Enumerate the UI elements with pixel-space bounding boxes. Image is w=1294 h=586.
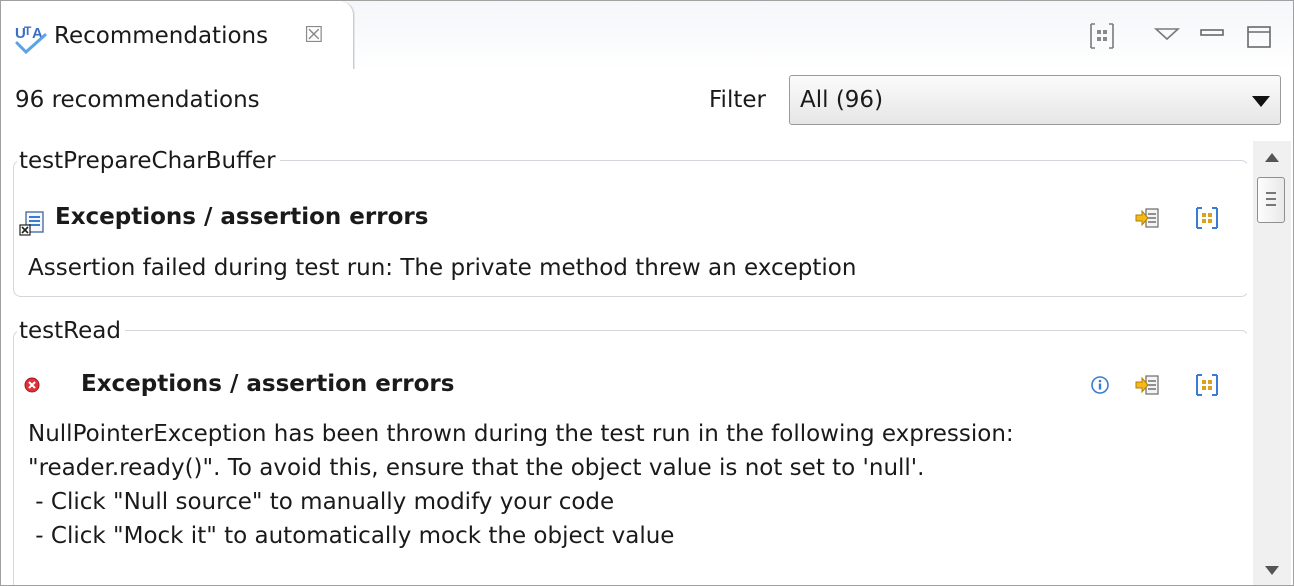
uta-logo-icon: U T A — [15, 24, 47, 55]
show-details-icon[interactable] — [1194, 372, 1220, 398]
issue-title: Exceptions / assertion errors — [81, 371, 455, 397]
svg-text:T: T — [24, 24, 32, 38]
grip-line — [1266, 204, 1276, 206]
minimize-icon[interactable] — [1197, 21, 1227, 51]
issue-description-line: Assertion failed during test run: The pr… — [28, 255, 857, 281]
test-method-name: testRead — [17, 318, 125, 344]
chevron-down-icon — [1252, 96, 1270, 107]
issue-description-line: "reader.ready()". To avoid this, ensure … — [28, 455, 925, 481]
tab-recommendations[interactable]: U T A Recommendations ☒ — [1, 1, 354, 69]
view-tab-bar: U T A Recommendations ☒ — [1, 1, 1293, 69]
issue-description-line: - Click "Null source" to manually modify… — [28, 489, 615, 515]
test-method-name: testPrepareCharBuffer — [17, 148, 280, 174]
filter-selected-value: All (96) — [800, 87, 884, 113]
filter-label: Filter — [709, 87, 766, 113]
view-menu-icon[interactable] — [1152, 21, 1182, 51]
close-icon[interactable]: ☒ — [304, 23, 324, 48]
recommendation-group: testRead Exceptions / assertion errors N… — [13, 318, 1247, 585]
issue-description-line: NullPointerException has been thrown dur… — [28, 421, 1014, 447]
maximize-icon[interactable] — [1244, 21, 1274, 51]
recommendation-group: testPrepareCharBuffer Exceptions / asser… — [13, 148, 1247, 297]
grip-line — [1266, 198, 1276, 200]
grip-line — [1266, 192, 1276, 194]
show-details-icon[interactable] — [1194, 205, 1220, 231]
error-red-x-icon — [24, 377, 40, 393]
filter-dropdown[interactable]: All (96) — [789, 75, 1281, 125]
recommendations-view: U T A Recommendations ☒ 96 recommendatio… — [0, 0, 1294, 586]
recommendation-count: 96 recommendations — [15, 87, 260, 113]
scroll-down-arrow-icon[interactable] — [1265, 566, 1279, 575]
scroll-up-arrow-icon[interactable] — [1265, 153, 1279, 162]
recommendations-list: testPrepareCharBuffer Exceptions / asser… — [1, 141, 1247, 585]
issue-title: Exceptions / assertion errors — [55, 204, 429, 230]
tab-title: Recommendations — [54, 23, 269, 49]
info-icon[interactable] — [1087, 372, 1113, 398]
issue-description-line: - Click "Mock it" to automatically mock … — [28, 523, 675, 549]
scrollbar-thumb[interactable] — [1257, 177, 1285, 223]
go-to-source-icon[interactable] — [1135, 205, 1161, 231]
vertical-scrollbar[interactable] — [1253, 141, 1291, 585]
layout-grid-icon[interactable] — [1087, 21, 1117, 51]
assertion-error-icon — [19, 211, 44, 236]
go-to-source-icon[interactable] — [1135, 372, 1161, 398]
